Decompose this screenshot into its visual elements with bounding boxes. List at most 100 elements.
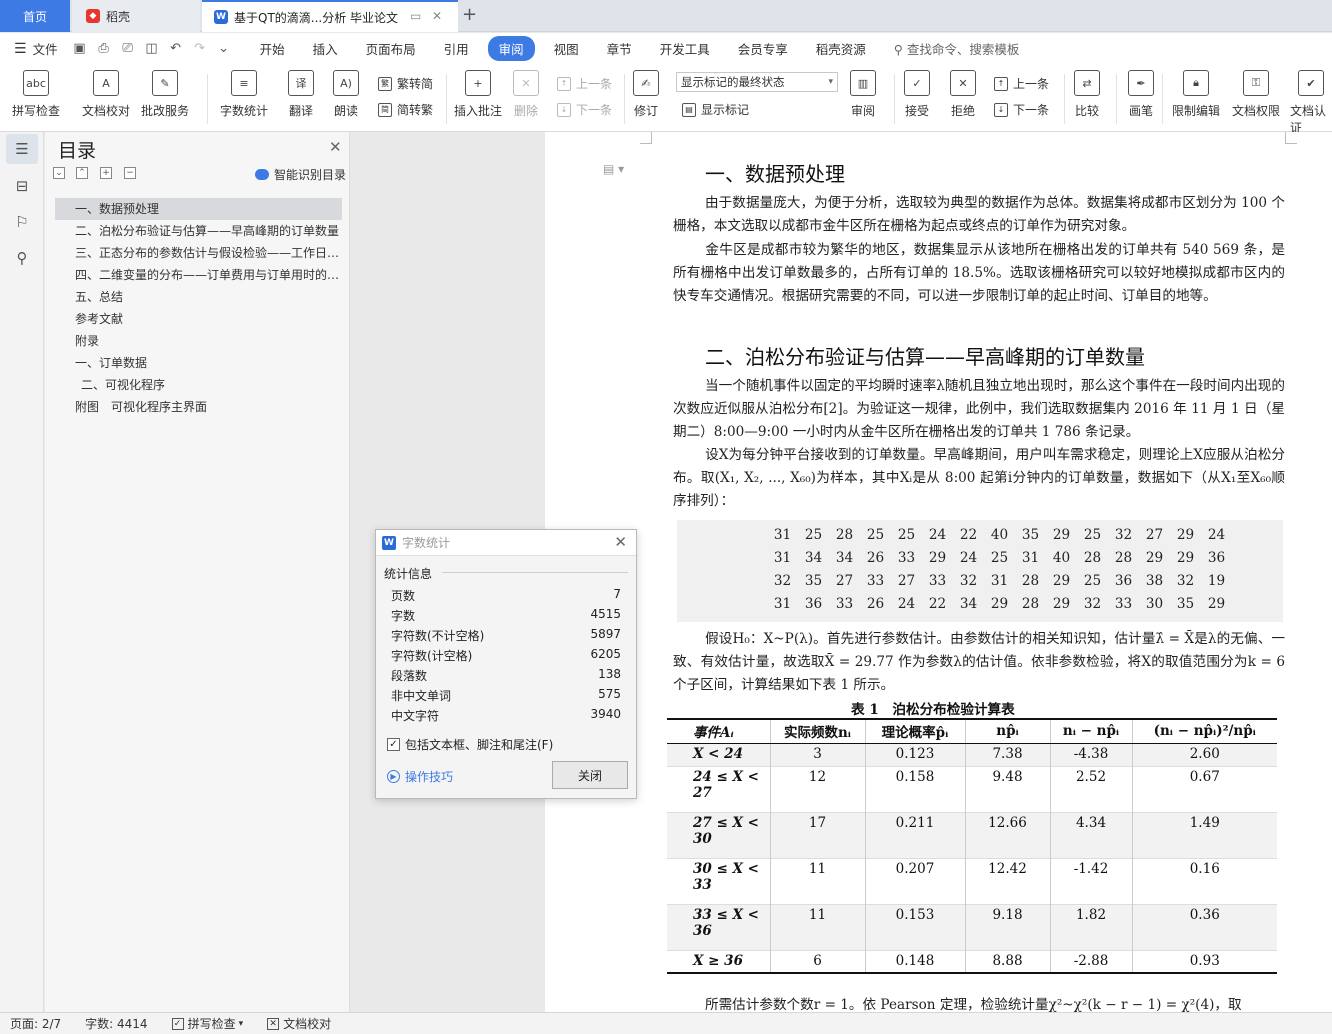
toc-item[interactable]: 二、可视化程序: [55, 374, 342, 396]
document-page[interactable]: ▤ ▾ 一、数据预处理 由于数据量庞大，为便于分析，选取较为典型的数据作为总体。…: [545, 132, 1332, 1012]
toc-nav-icon[interactable]: ☰: [6, 134, 38, 164]
compare-button[interactable]: ⇄ 比较: [1074, 70, 1100, 119]
insert-comment-button[interactable]: + 插入批注: [454, 70, 502, 119]
translate-button[interactable]: 译翻译: [288, 70, 314, 119]
menu-insert[interactable]: 插入: [299, 39, 352, 58]
tab-home-label: 首页: [22, 9, 47, 24]
toc-item[interactable]: 五、总结: [55, 286, 342, 308]
doc-permission-label: 文档权限: [1232, 104, 1281, 118]
delete-comment-button[interactable]: ✕ 删除: [513, 70, 539, 119]
wps-writer-icon: W: [382, 535, 396, 550]
next-change-button[interactable]: ↓ 下一条: [994, 101, 1049, 118]
revise-button[interactable]: ✍ 修订: [633, 70, 659, 119]
table-cell: 0.93: [1131, 949, 1277, 974]
read-aloud-icon: A): [333, 70, 359, 96]
menu-page-layout[interactable]: 页面布局: [352, 39, 430, 58]
accept-button[interactable]: ✓ 接受: [904, 70, 930, 119]
include-textbox-checkbox[interactable]: ✓ 包括文本框、脚注和尾注(F): [387, 736, 553, 753]
menu-references[interactable]: 引用: [430, 39, 483, 58]
data-value: 24: [897, 596, 916, 612]
pen-button[interactable]: ✒ 画笔: [1128, 70, 1154, 119]
data-value: 28: [1021, 596, 1040, 612]
spell-check-status-label: 拼写检查: [187, 1017, 236, 1031]
data-value: 25: [866, 527, 885, 543]
menu-review[interactable]: 审阅: [487, 36, 535, 61]
table-cell: 11: [769, 857, 865, 904]
toc-item[interactable]: 一、数据预处理: [55, 198, 342, 220]
data-value: 24: [1207, 527, 1226, 543]
tab-daoke[interactable]: ◆ 稻壳: [72, 0, 200, 32]
spell-check-button[interactable]: abc 拼写检查: [12, 70, 60, 119]
table-row: X < 24 3 0.123 7.38 -4.38 2.60: [667, 742, 1277, 766]
toc-item[interactable]: 二、泊松分布验证与估算——早高峰期的订单数量: [55, 220, 342, 242]
menu-developer[interactable]: 开发工具: [646, 39, 724, 58]
toc-item[interactable]: 一、订单数据: [55, 352, 342, 374]
next-comment-button[interactable]: ↓ 下一条: [557, 101, 612, 118]
translate-icon: 译: [288, 70, 314, 96]
table-cell: 0.153: [864, 903, 965, 950]
insert-comment-icon: +: [465, 70, 491, 96]
undo-icon[interactable]: ↶: [168, 41, 184, 57]
toc-item[interactable]: 四、二维变量的分布——订单费用与订单用时的关系: [55, 264, 342, 286]
close-button[interactable]: 关闭: [552, 761, 628, 789]
to-traditional-button[interactable]: 繁繁转简: [378, 75, 433, 92]
doc-proof-status[interactable]: ✕ 文档校对: [267, 1015, 331, 1032]
toc-item[interactable]: 附图 可视化程序主界面: [55, 396, 342, 418]
search-icon[interactable]: ⚲: [12, 248, 32, 268]
show-markup-button[interactable]: ▤ 显示标记: [682, 101, 749, 118]
section-nav-icon[interactable]: ⊟: [12, 176, 32, 196]
smart-toc-button[interactable]: 智能识别目录: [255, 166, 346, 183]
doc-proof-button[interactable]: A 文档校对: [82, 70, 130, 119]
markup-state-select[interactable]: 显示标记的最终状态 ▾: [676, 72, 838, 92]
file-menu[interactable]: ☰ 文件: [0, 39, 68, 58]
batch-service-button[interactable]: ✎ 批改服务: [141, 70, 189, 119]
doc-permission-button[interactable]: ⚿ 文档权限: [1232, 70, 1280, 119]
collapse-up-icon[interactable]: ⌃: [76, 167, 88, 179]
tab-monitor-icon[interactable]: ▭: [410, 9, 421, 23]
doc-format-icon[interactable]: ▤ ▾: [603, 162, 624, 176]
more-quick-access-icon[interactable]: ⌄: [216, 41, 232, 57]
tab-home[interactable]: 首页: [0, 0, 70, 32]
expand-all-icon[interactable]: +: [100, 167, 112, 179]
table-cell: 12.66: [964, 811, 1050, 858]
review-pane-button[interactable]: ▥ 审阅: [850, 70, 876, 119]
close-icon[interactable]: ✕: [329, 138, 342, 156]
data-value: 26: [866, 596, 885, 612]
menu-start[interactable]: 开始: [246, 39, 299, 58]
reject-button[interactable]: ✕ 拒绝: [950, 70, 976, 119]
collapse-down-icon[interactable]: ⌄: [53, 167, 65, 179]
collapse-all-icon[interactable]: −: [124, 167, 136, 179]
word-count-indicator[interactable]: 字数: 4414: [85, 1015, 147, 1032]
tab-close-icon[interactable]: ✕: [432, 9, 442, 23]
restrict-edit-button[interactable]: 🔒︎ 限制编辑: [1172, 70, 1220, 119]
prev-comment-button[interactable]: ↑ 上一条: [557, 75, 612, 92]
menu-section[interactable]: 章节: [593, 39, 646, 58]
print-icon[interactable]: ⎚: [120, 41, 136, 57]
menu-view[interactable]: 视图: [540, 39, 593, 58]
doc-auth-button[interactable]: ✔ 文档认证: [1290, 70, 1332, 136]
print-preview-icon[interactable]: ◫: [144, 41, 160, 57]
save-icon[interactable]: ▣: [72, 41, 88, 57]
toc-item[interactable]: 三、正态分布的参数估计与假设检验——工作日订单用时: [55, 242, 342, 264]
redo-icon[interactable]: ↷: [192, 41, 208, 57]
ribbon-separator: [207, 74, 208, 124]
bookmark-icon[interactable]: ⚐: [12, 212, 32, 232]
menu-member[interactable]: 会员专享: [724, 39, 802, 58]
read-aloud-button[interactable]: A) 朗读: [333, 70, 359, 119]
word-count-button[interactable]: ≡ 字数统计: [220, 70, 268, 119]
new-tab-button[interactable]: +: [462, 4, 477, 25]
command-search[interactable]: ⚲ 查找命令、搜索模板: [894, 39, 1020, 58]
menu-daoke-resources[interactable]: 稻壳资源: [802, 39, 880, 58]
to-simplified-button[interactable]: 简简转繁: [378, 101, 433, 118]
export-pdf-icon[interactable]: ⎙: [96, 41, 112, 57]
dialog-titlebar[interactable]: W 字数统计 ✕: [376, 530, 636, 556]
tips-link[interactable]: ▶ 操作技巧: [387, 768, 453, 785]
data-value: 28: [1021, 573, 1040, 589]
close-icon[interactable]: ✕: [614, 533, 627, 551]
toc-item[interactable]: 附录: [55, 330, 342, 352]
spell-check-status[interactable]: ✓ 拼写检查 ▾: [171, 1015, 243, 1032]
toc-item[interactable]: 参考文献: [55, 308, 342, 330]
revise-label: 修订: [633, 104, 658, 118]
page-indicator[interactable]: 页面: 2/7: [10, 1015, 61, 1032]
prev-change-button[interactable]: ↑ 上一条: [994, 75, 1049, 92]
